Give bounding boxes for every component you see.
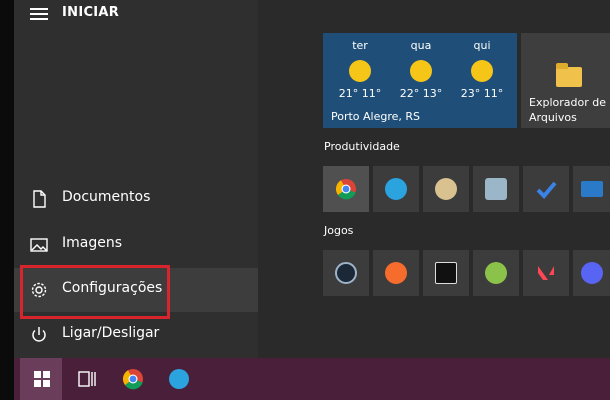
recycle-bin-tile[interactable] <box>473 166 519 212</box>
group-title-games: Jogos <box>324 224 354 237</box>
weather-location: Porto Alegre, RS <box>331 110 421 123</box>
mail-icon <box>580 181 603 197</box>
telegram-tile[interactable] <box>373 166 419 212</box>
chrome-icon <box>335 179 356 200</box>
document-icon <box>33 190 46 208</box>
file-explorer-label: Explorador de Arquivos <box>529 96 606 124</box>
nav-item-documents[interactable]: Documentos <box>14 177 258 221</box>
window-edge <box>0 0 14 400</box>
folder-icon <box>556 63 582 87</box>
valorant-tile[interactable] <box>523 250 569 296</box>
nav-item-label: Ligar/Desligar <box>62 325 160 341</box>
valorant-icon <box>538 266 554 280</box>
file-explorer-tile[interactable]: Explorador de Arquivos <box>521 33 610 128</box>
group-title-productivity: Produtividade <box>324 140 400 153</box>
start-button[interactable] <box>20 358 62 400</box>
origin-icon <box>385 262 407 284</box>
sun-icon <box>349 60 371 82</box>
weather-temp: 23° 11° <box>460 87 504 100</box>
paint-icon <box>435 178 457 200</box>
telegram-icon <box>169 369 189 389</box>
steam-icon <box>335 262 357 284</box>
steam-tile[interactable] <box>323 250 369 296</box>
origin-tile[interactable] <box>373 250 419 296</box>
todo-check-icon <box>536 181 557 199</box>
hamburger-menu-icon[interactable] <box>30 8 48 22</box>
task-view-icon <box>78 371 96 387</box>
paint-tile[interactable] <box>423 166 469 212</box>
start-title: INICIAR <box>62 5 120 20</box>
recycle-bin-icon <box>485 178 507 200</box>
sun-icon <box>471 60 493 82</box>
taskbar <box>14 358 610 400</box>
mail-tile[interactable] <box>573 166 610 212</box>
sun-icon <box>410 60 432 82</box>
epic-games-icon <box>435 262 457 284</box>
epic-games-tile[interactable] <box>423 250 469 296</box>
taskbar-chrome[interactable] <box>112 358 154 400</box>
weather-tile[interactable]: ter qua qui 21° 11° 22° 13° 23° 11° Port… <box>323 33 517 128</box>
weather-day: qua <box>410 39 432 52</box>
weather-day: ter <box>352 39 368 52</box>
todo-tile[interactable] <box>523 166 569 212</box>
telegram-icon <box>385 178 407 200</box>
task-view-button[interactable] <box>66 358 108 400</box>
weather-day: qui <box>473 39 491 52</box>
discord-icon <box>580 262 603 284</box>
weather-temp: 22° 13° <box>399 87 443 100</box>
power-icon <box>32 327 46 342</box>
nav-item-power[interactable]: Ligar/Desligar <box>14 313 258 357</box>
xbox-tile[interactable] <box>473 250 519 296</box>
nav-item-images[interactable]: Imagens <box>14 223 258 267</box>
nav-item-label: Imagens <box>62 235 123 251</box>
settings-highlight-box <box>20 265 170 319</box>
image-icon <box>30 238 48 252</box>
discord-tile[interactable] <box>573 250 610 296</box>
weather-temp: 21° 11° <box>338 87 382 100</box>
nav-item-label: Documentos <box>62 189 151 205</box>
windows-start-icon <box>34 371 50 387</box>
taskbar-telegram[interactable] <box>158 358 200 400</box>
xbox-icon <box>485 262 507 284</box>
chrome-icon <box>122 369 143 390</box>
chrome-tile[interactable] <box>323 166 369 212</box>
